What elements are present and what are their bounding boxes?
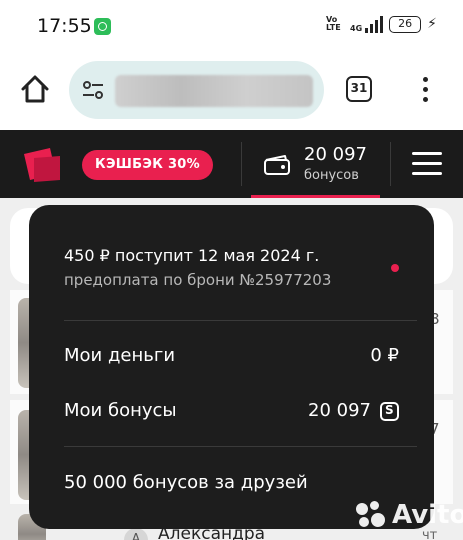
header-divider [390, 142, 391, 186]
notification-title[interactable]: 450 ₽ поступит 12 мая 2024 г. [64, 246, 319, 265]
site-settings-icon[interactable] [81, 78, 105, 102]
site-header: КЭШБЭК 30% 20 097 бонусов [0, 130, 463, 198]
header-divider [241, 142, 242, 186]
status-bar: 17:55 Vo LTE 4G 26 ⚡ [0, 0, 463, 52]
whatsapp-icon [94, 18, 111, 35]
battery-icon: 26 [389, 15, 422, 33]
logo-icon[interactable] [20, 144, 64, 184]
unread-dot-icon [391, 264, 399, 272]
bonus-dropdown-panel: 450 ₽ поступит 12 мая 2024 г. предоплата… [29, 205, 434, 529]
my-money-value: 0 ₽ [370, 345, 399, 366]
home-icon[interactable] [20, 74, 50, 104]
url-text-redacted [115, 75, 313, 107]
bonus-amount[interactable]: 20 097 [304, 144, 367, 165]
divider [64, 320, 417, 321]
network-type: 4G [350, 24, 363, 33]
watermark: Avito [356, 500, 463, 530]
hamburger-menu-icon[interactable] [412, 152, 442, 176]
status-indicators: Vo LTE 4G 26 ⚡ [326, 15, 437, 33]
bonus-label: бонусов [304, 168, 359, 183]
signal-icon: 4G [350, 15, 384, 33]
tabs-icon[interactable]: 31 [346, 76, 372, 102]
bonus-coin-icon [380, 402, 399, 421]
cashback-badge[interactable]: КЭШБЭК 30% [82, 150, 213, 180]
address-bar[interactable] [69, 61, 324, 119]
notification-subtitle: предоплата по брони №25977203 [64, 271, 332, 289]
charging-icon: ⚡ [427, 16, 437, 32]
watermark-text: Avito [392, 500, 463, 530]
volte-indicator: Vo LTE [326, 15, 341, 32]
my-money-link[interactable]: Мои деньги [64, 345, 175, 366]
more-menu-icon[interactable] [423, 77, 429, 103]
status-time: 17:55 [37, 15, 92, 37]
browser-toolbar: 31 [0, 52, 463, 130]
my-bonuses-value: 20 097 [308, 400, 371, 421]
invite-friends-link[interactable]: 50 000 бонусов за друзей [64, 472, 308, 493]
divider [64, 446, 417, 447]
my-bonuses-link[interactable]: Мои бонусы [64, 400, 177, 421]
avito-logo-icon [356, 501, 386, 529]
wallet-icon[interactable] [263, 154, 293, 176]
battery-level: 26 [398, 16, 413, 30]
